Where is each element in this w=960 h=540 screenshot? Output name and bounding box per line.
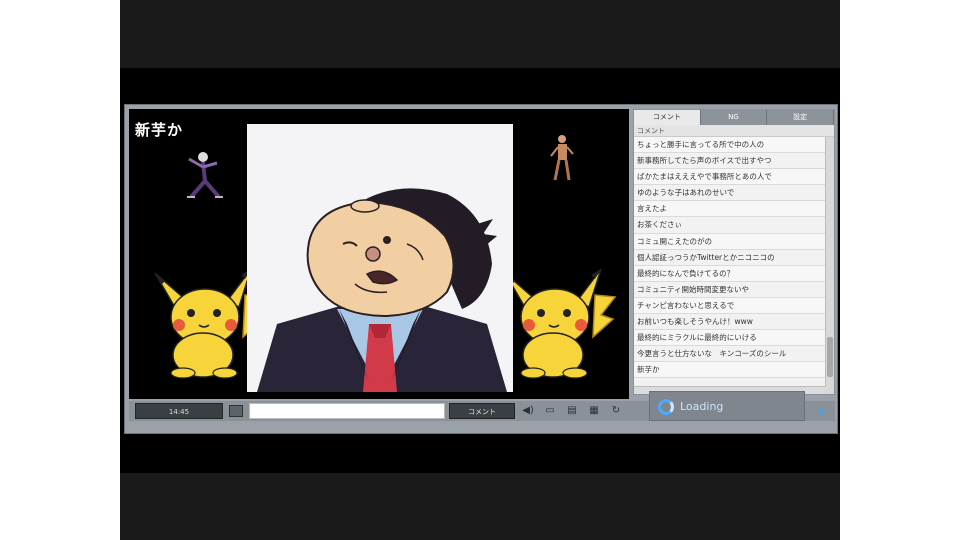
- video-overlay-title: 新芋か: [135, 121, 184, 139]
- letterbox-bottom: [120, 473, 840, 540]
- comment-toggle-icon[interactable]: ▭: [543, 405, 557, 417]
- twitter-icon[interactable]: ✦: [813, 405, 829, 419]
- comment-row[interactable]: チャンピ言わないと思えるで: [634, 297, 826, 315]
- loading-text: Loading: [680, 399, 724, 413]
- comment-row[interactable]: コミュ開こえたのがの: [634, 233, 826, 250]
- comment-row[interactable]: お前いつも楽しそうやんけ！www: [634, 314, 826, 331]
- comment-row[interactable]: 言えたよ: [634, 201, 826, 218]
- comment-row[interactable]: ゆのような子はあれのせいで: [634, 185, 826, 202]
- comment-scrollbar[interactable]: [825, 137, 834, 394]
- comment-panel: コメント NG 設定 コメント ちょっと勝手に言ってる所で中の人の 新事務所して…: [633, 109, 835, 395]
- comment-row[interactable]: 今更言うと仕方ないな キンコーズのシール: [634, 346, 826, 363]
- pikachu-right-image: [504, 268, 617, 379]
- comment-list-header[interactable]: コメント: [634, 125, 834, 137]
- comment-row[interactable]: 個人認証っつうかTwitterとかニコニコの: [634, 250, 826, 266]
- comment-input[interactable]: [249, 403, 445, 419]
- comment-panel-tabs: コメント NG 設定: [634, 110, 835, 125]
- tab-comments[interactable]: コメント: [634, 110, 701, 125]
- player-window: 新芋か コメント NG 設定 コメント ちょっと勝手に言ってる所で中の人の 新事…: [124, 104, 838, 434]
- comment-row[interactable]: ちょっと勝手に言ってる所で中の人の: [634, 137, 826, 154]
- comment-row[interactable]: コミュニティ開始時間変更ないや: [634, 282, 826, 298]
- reload-icon[interactable]: ↻: [609, 405, 623, 417]
- video-area[interactable]: 新芋か: [129, 109, 629, 399]
- comment-row[interactable]: お茶くださぃ: [634, 217, 826, 234]
- loading-overlay: Loading: [649, 391, 805, 421]
- tab-ng[interactable]: NG: [701, 110, 768, 125]
- runner-figure-image: [550, 135, 574, 181]
- volume-icon[interactable]: ◀): [521, 405, 535, 417]
- comment-row[interactable]: 最終的になんで負けてるの？: [634, 265, 826, 282]
- comment-row[interactable]: 新芋か: [634, 362, 826, 379]
- comment-list[interactable]: ちょっと勝手に言ってる所で中の人の 新事務所してたら声のボイスで出すやつ ばかた…: [634, 137, 826, 395]
- comment-row[interactable]: 新事務所してたら声のボイスで出すやつ: [634, 153, 826, 170]
- comment-row[interactable]: 最終的にミラクルに最終的にいける: [634, 330, 826, 347]
- screen-size-icon[interactable]: ▤: [565, 405, 579, 417]
- comment-submit-button[interactable]: コメント: [449, 403, 515, 419]
- dancer-figure-image: [187, 152, 223, 199]
- cartoon-man-image: [247, 124, 513, 392]
- tab-settings[interactable]: 設定: [767, 110, 835, 125]
- letterbox-top: [120, 0, 840, 68]
- loading-spinner-icon: [658, 399, 674, 415]
- comment-row[interactable]: ばかたまはえええやで事務所とあの人で: [634, 169, 826, 186]
- playback-time: 14:45: [135, 403, 223, 419]
- video-frame: 新芋か コメント NG 設定 コメント ちょっと勝手に言ってる所で中の人の 新事…: [120, 0, 840, 540]
- command-icon[interactable]: [229, 405, 243, 417]
- fullscreen-icon[interactable]: ▦: [587, 405, 601, 417]
- comment-scroll-thumb[interactable]: [827, 337, 833, 377]
